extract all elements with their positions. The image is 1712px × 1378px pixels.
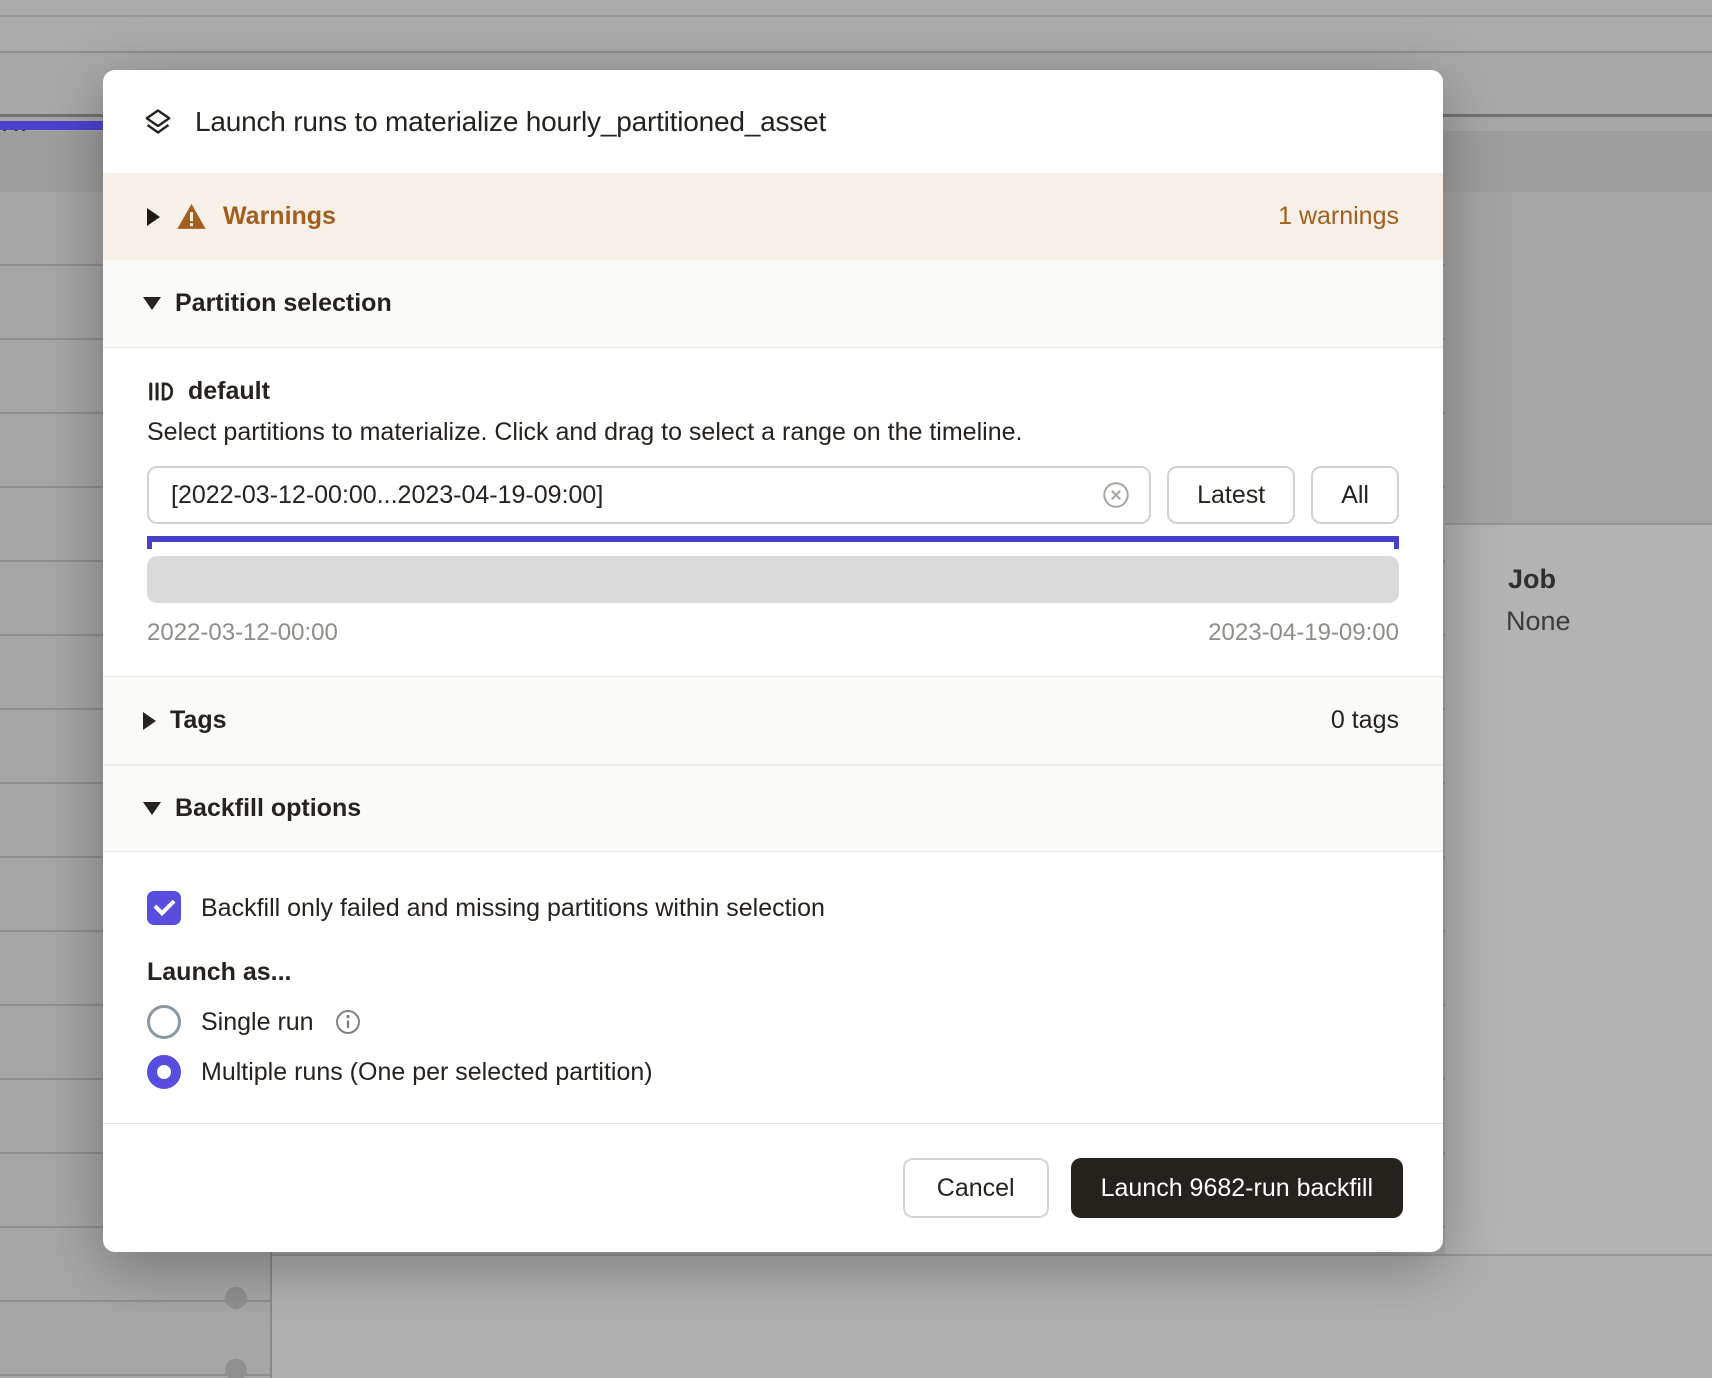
partition-range-row: [2022-03-12-00:00...2023-04-19-09:00] La…	[147, 466, 1399, 524]
background-bottom-panel	[272, 1254, 1712, 1378]
launch-backfill-dialog: Launch runs to materialize hourly_partit…	[103, 70, 1443, 1252]
partition-selection-header: Partition selection	[175, 289, 392, 318]
tags-count: 0 tags	[1331, 706, 1399, 735]
partition-selection-toggle[interactable]: Partition selection	[103, 260, 1443, 348]
warnings-count: 1 warnings	[1278, 202, 1399, 231]
warnings-section-toggle[interactable]: Warnings 1 warnings	[103, 173, 1443, 260]
tags-header: Tags	[170, 706, 227, 735]
multiple-runs-label: Multiple runs (One per selected partitio…	[201, 1058, 653, 1087]
multiple-runs-option[interactable]: Multiple runs (One per selected partitio…	[147, 1054, 1399, 1090]
background-job-column-header: Job	[1508, 564, 1556, 595]
chevron-right-icon	[143, 712, 156, 730]
dialog-title: Launch runs to materialize hourly_partit…	[195, 106, 826, 138]
asset-layers-icon	[143, 107, 173, 137]
background-right-panel: Job None	[1445, 523, 1712, 1260]
launch-as-label: Launch as...	[147, 958, 1399, 988]
partition-instructions: Select partitions to materialize. Click …	[147, 418, 1399, 450]
backfill-only-failed-row[interactable]: Backfill only failed and missing partiti…	[147, 890, 1399, 926]
backfill-only-failed-label: Backfill only failed and missing partiti…	[201, 894, 825, 923]
background-job-column-value: None	[1506, 606, 1571, 637]
partition-icon	[147, 378, 174, 405]
background-status-dot	[225, 1359, 247, 1378]
latest-button[interactable]: Latest	[1167, 466, 1295, 524]
screen: 0] Job None Launch runs to materialize h…	[0, 0, 1712, 1378]
partition-picker: default Select partitions to materialize…	[103, 348, 1443, 676]
partition-dimension-name: default	[188, 377, 270, 406]
background-divider	[0, 15, 1712, 17]
selection-range-bracket	[147, 536, 1399, 549]
info-icon[interactable]	[334, 1008, 362, 1036]
tags-section-toggle[interactable]: Tags 0 tags	[103, 676, 1443, 764]
multiple-runs-radio[interactable]	[147, 1055, 181, 1089]
cancel-button[interactable]: Cancel	[903, 1158, 1049, 1218]
timeline-start-label: 2022-03-12-00:00	[147, 619, 338, 647]
background-status-dot	[225, 1287, 247, 1309]
all-button[interactable]: All	[1311, 466, 1399, 524]
single-run-option[interactable]: Single run	[147, 1004, 1399, 1040]
background-toolbar	[0, 0, 1712, 53]
clear-input-icon[interactable]	[1101, 480, 1131, 510]
background-right-panel-top	[1445, 192, 1712, 523]
single-run-radio[interactable]	[147, 1005, 181, 1039]
backfill-only-failed-checkbox[interactable]	[147, 891, 181, 925]
partition-timeline[interactable]	[147, 556, 1399, 603]
partition-range-value: [2022-03-12-00:00...2023-04-19-09:00]	[171, 481, 603, 510]
backfill-options-header: Backfill options	[175, 794, 361, 823]
backfill-options-toggle[interactable]: Backfill options	[103, 764, 1443, 852]
partition-range-input[interactable]: [2022-03-12-00:00...2023-04-19-09:00]	[147, 466, 1151, 524]
chevron-right-icon	[147, 208, 160, 226]
chevron-down-icon	[143, 802, 161, 815]
partition-dimension-row: default	[147, 374, 1399, 408]
single-run-label: Single run	[201, 1008, 314, 1037]
timeline-end-label: 2023-04-19-09:00	[1208, 619, 1399, 647]
launch-backfill-button[interactable]: Launch 9682-run backfill	[1071, 1158, 1403, 1218]
dialog-header: Launch runs to materialize hourly_partit…	[103, 70, 1443, 173]
backfill-options-body: Backfill only failed and missing partiti…	[103, 852, 1443, 1120]
dialog-footer: Cancel Launch 9682-run backfill	[103, 1123, 1443, 1252]
warnings-label: Warnings	[223, 202, 336, 231]
timeline-date-labels: 2022-03-12-00:00 2023-04-19-09:00	[147, 619, 1399, 647]
chevron-down-icon	[143, 297, 161, 310]
warning-triangle-icon	[176, 201, 207, 232]
